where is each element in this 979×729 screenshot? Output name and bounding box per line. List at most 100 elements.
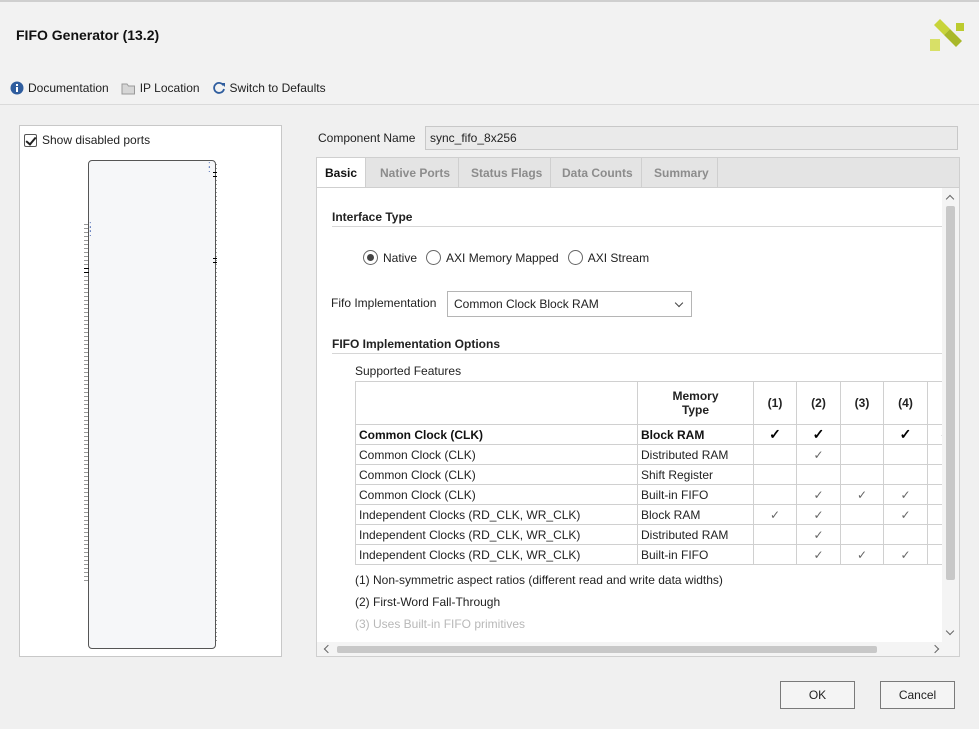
port-expander-icon[interactable]: ⁚ ⁚ [208, 162, 212, 174]
table-header-row: MemoryType (1) (2) (3) (4) ( [355, 381, 956, 425]
pin-marker [213, 172, 217, 173]
folder-icon [121, 83, 135, 94]
toolbar: Documentation IP Location Switch to Defa… [10, 79, 338, 97]
check-icon [883, 524, 928, 545]
tab-summary[interactable]: Summary [646, 158, 718, 188]
port-expander-icon[interactable]: ⁚ ⁚ ⁚ [89, 222, 93, 238]
check-icon: ✓ [796, 544, 841, 565]
interface-type-title: Interface Type [332, 210, 413, 224]
tab-bar: Basic Native Ports Status Flags Data Cou… [316, 157, 960, 189]
memory-cell: Distributed RAM [637, 524, 754, 545]
component-name-label: Component Name [318, 131, 416, 145]
clock-cell: Independent Clocks (RD_CLK, WR_CLK) [355, 544, 638, 565]
check-icon: ✓ [753, 504, 797, 525]
scroll-down-icon[interactable] [945, 626, 955, 636]
check-icon: ✓ [883, 544, 928, 565]
radio-native-label: Native [383, 250, 418, 265]
show-disabled-ports-label: Show disabled ports [42, 133, 151, 147]
table-row: Common Clock (CLK) Distributed RAM ✓ [355, 444, 956, 465]
pin-marker [213, 258, 217, 259]
radio-axi-memory-mapped-label: AXI Memory Mapped [446, 250, 559, 265]
radio-axi-stream[interactable] [567, 250, 583, 265]
ok-button[interactable]: OK [780, 681, 855, 709]
check-icon: ✓ [840, 484, 884, 505]
check-icon [883, 464, 928, 485]
check-icon: ✓ [753, 424, 797, 445]
check-icon: ✓ [883, 484, 928, 505]
check-icon: ✓ [883, 424, 928, 445]
horizontal-scroll-thumb[interactable] [337, 646, 877, 653]
clock-cell: Common Clock (CLK) [355, 464, 638, 485]
fifo-implementation-value: Common Clock Block RAM [454, 297, 599, 311]
footnote-1: (1) Non-symmetric aspect ratios (differe… [355, 573, 723, 587]
check-icon [753, 544, 797, 565]
memory-cell: Block RAM [637, 424, 754, 445]
memory-cell: Distributed RAM [637, 444, 754, 465]
cancel-button[interactable]: Cancel [880, 681, 955, 709]
pin-marker [213, 262, 217, 263]
tab-basic[interactable]: Basic [317, 158, 367, 189]
scroll-up-icon[interactable] [945, 194, 955, 204]
check-icon: ✓ [796, 524, 841, 545]
table-header-cell [355, 381, 638, 425]
footnote-2: (2) First-Word Fall-Through [355, 595, 501, 609]
check-icon [840, 504, 884, 525]
tab-native-ports[interactable]: Native Ports [372, 158, 460, 188]
check-icon [840, 444, 884, 465]
check-icon: ✓ [796, 504, 841, 525]
memory-cell: Block RAM [637, 504, 754, 525]
table-row: Common Clock (CLK) Built-in FIFO ✓ ✓ ✓ [355, 484, 956, 505]
memory-cell: Built-in FIFO [637, 544, 754, 565]
refresh-icon [212, 82, 225, 94]
check-icon [753, 464, 797, 485]
table-row: Common Clock (CLK) Shift Register [355, 464, 956, 485]
footnote-3: (3) Uses Built-in FIFO primitives [355, 617, 526, 631]
check-icon [753, 524, 797, 545]
radio-axi-memory-mapped[interactable] [426, 250, 442, 265]
chevron-down-icon [674, 298, 684, 308]
documentation-label: Documentation [28, 81, 109, 95]
clock-cell: Common Clock (CLK) [355, 424, 638, 445]
scroll-right-icon[interactable] [930, 644, 940, 654]
tab-status-flags[interactable]: Status Flags [463, 158, 552, 188]
interface-type-radio-group: Native AXI Memory Mapped AXI Stream [363, 250, 658, 265]
section-divider [332, 226, 942, 227]
show-disabled-ports-checkbox[interactable]: Show disabled ports [24, 133, 150, 147]
header-type: Type [681, 403, 710, 417]
clock-cell: Common Clock (CLK) [355, 484, 638, 505]
memory-cell: Shift Register [637, 464, 754, 485]
component-name-field[interactable]: sync_fifo_8x256 [425, 126, 958, 150]
check-icon: ✓ [883, 504, 928, 525]
documentation-button[interactable]: Documentation [10, 81, 109, 95]
check-icon [840, 464, 884, 485]
supported-features-table: MemoryType (1) (2) (3) (4) ( Common Cloc… [355, 381, 956, 565]
vertical-scroll-thumb[interactable] [946, 206, 955, 580]
check-icon [796, 464, 841, 485]
table-row: Independent Clocks (RD_CLK, WR_CLK) Buil… [355, 544, 956, 565]
switch-to-defaults-button[interactable]: Switch to Defaults [212, 81, 326, 95]
radio-native[interactable] [363, 250, 378, 265]
ip-location-button[interactable]: IP Location [121, 81, 200, 95]
check-icon: ✓ [796, 444, 841, 465]
radio-axi-stream-label: AXI Stream [587, 250, 650, 265]
scroll-left-icon[interactable] [323, 644, 333, 654]
check-icon [840, 524, 884, 545]
header-memory: Memory [672, 389, 719, 403]
table-header-col2: (2) [796, 381, 841, 425]
check-icon [753, 444, 797, 465]
vertical-scrollbar[interactable] [942, 188, 959, 642]
fifo-implementation-select[interactable]: Common Clock Block RAM [447, 291, 692, 317]
table-header-col4: (4) [883, 381, 928, 425]
switch-to-defaults-label: Switch to Defaults [229, 81, 326, 95]
tab-data-counts[interactable]: Data Counts [554, 158, 642, 188]
check-icon: ✓ [840, 544, 884, 565]
supported-features-label: Supported Features [355, 364, 462, 378]
pin-marker [84, 272, 89, 273]
checkbox-box[interactable] [24, 133, 37, 147]
ip-block-symbol [88, 160, 216, 649]
check-icon [883, 444, 928, 465]
fifo-implementation-options-title: FIFO Implementation Options [332, 337, 500, 351]
fifo-implementation-label: Fifo Implementation [331, 296, 437, 310]
horizontal-scrollbar[interactable] [317, 642, 959, 656]
check-icon [840, 424, 884, 445]
